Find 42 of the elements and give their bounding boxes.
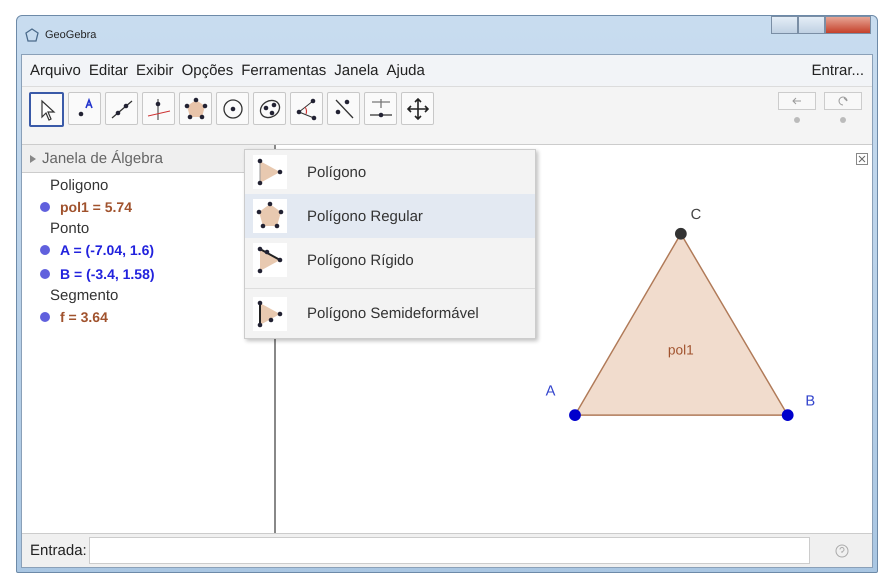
point-label: B <box>805 393 816 410</box>
move-arrows-icon <box>404 96 430 122</box>
close-icon <box>856 152 868 164</box>
settings-icon <box>793 116 801 124</box>
visibility-dot[interactable] <box>40 245 50 255</box>
expand-arrow-icon <box>30 154 36 162</box>
menu-option[interactable]: Polígono Rígido <box>245 238 535 282</box>
menu-item[interactable]: Exibir <box>136 60 174 81</box>
menu-item[interactable]: Ferramentas <box>241 60 326 81</box>
panel-title: Janela de Álgebra <box>42 150 163 167</box>
menu-item[interactable]: Opções <box>182 60 234 81</box>
app-logo-icon <box>25 28 39 42</box>
point-label: C <box>690 207 702 224</box>
settings-icon <box>839 116 847 124</box>
help-icon <box>835 544 849 558</box>
sign-in-link[interactable]: Entrar... <box>811 60 864 81</box>
visibility-dot[interactable] <box>40 269 50 279</box>
point-label: A <box>546 384 556 400</box>
menu-item[interactable]: Arquivo <box>30 60 81 81</box>
algebra-entry[interactable]: pol1 = 5.74 <box>60 199 132 215</box>
algebra-entry[interactable]: A = (-7.04, 1.6) <box>60 242 154 258</box>
minimize-button[interactable] <box>771 16 798 34</box>
triangle-drawing[interactable] <box>569 228 794 421</box>
menu-item[interactable]: Ajuda <box>386 60 425 81</box>
polygon-icon <box>182 96 208 122</box>
menu-item[interactable]: Janela <box>334 60 378 81</box>
menu-option[interactable]: Polígono Regular <box>245 194 535 238</box>
input-field[interactable] <box>88 537 810 564</box>
menu-option[interactable]: Polígono Semideformável <box>245 288 535 338</box>
undo-icon <box>790 96 804 106</box>
algebra-entry[interactable]: B = (-3.4, 1.58) <box>60 266 155 282</box>
input-label: Entrada: <box>30 542 87 559</box>
redo-icon <box>836 96 850 106</box>
window-title: GeoGebra <box>45 29 96 41</box>
algebra-entry[interactable]: f = 3.64 <box>60 309 108 325</box>
menu-option[interactable]: Polígono <box>245 150 535 194</box>
visibility-dot[interactable] <box>40 202 50 212</box>
polygon-label: pol1 <box>668 342 694 358</box>
menu-item[interactable]: Editar <box>88 60 128 81</box>
visibility-dot[interactable] <box>40 312 50 322</box>
tool-button[interactable] <box>29 92 64 127</box>
maximize-button[interactable] <box>798 16 825 34</box>
